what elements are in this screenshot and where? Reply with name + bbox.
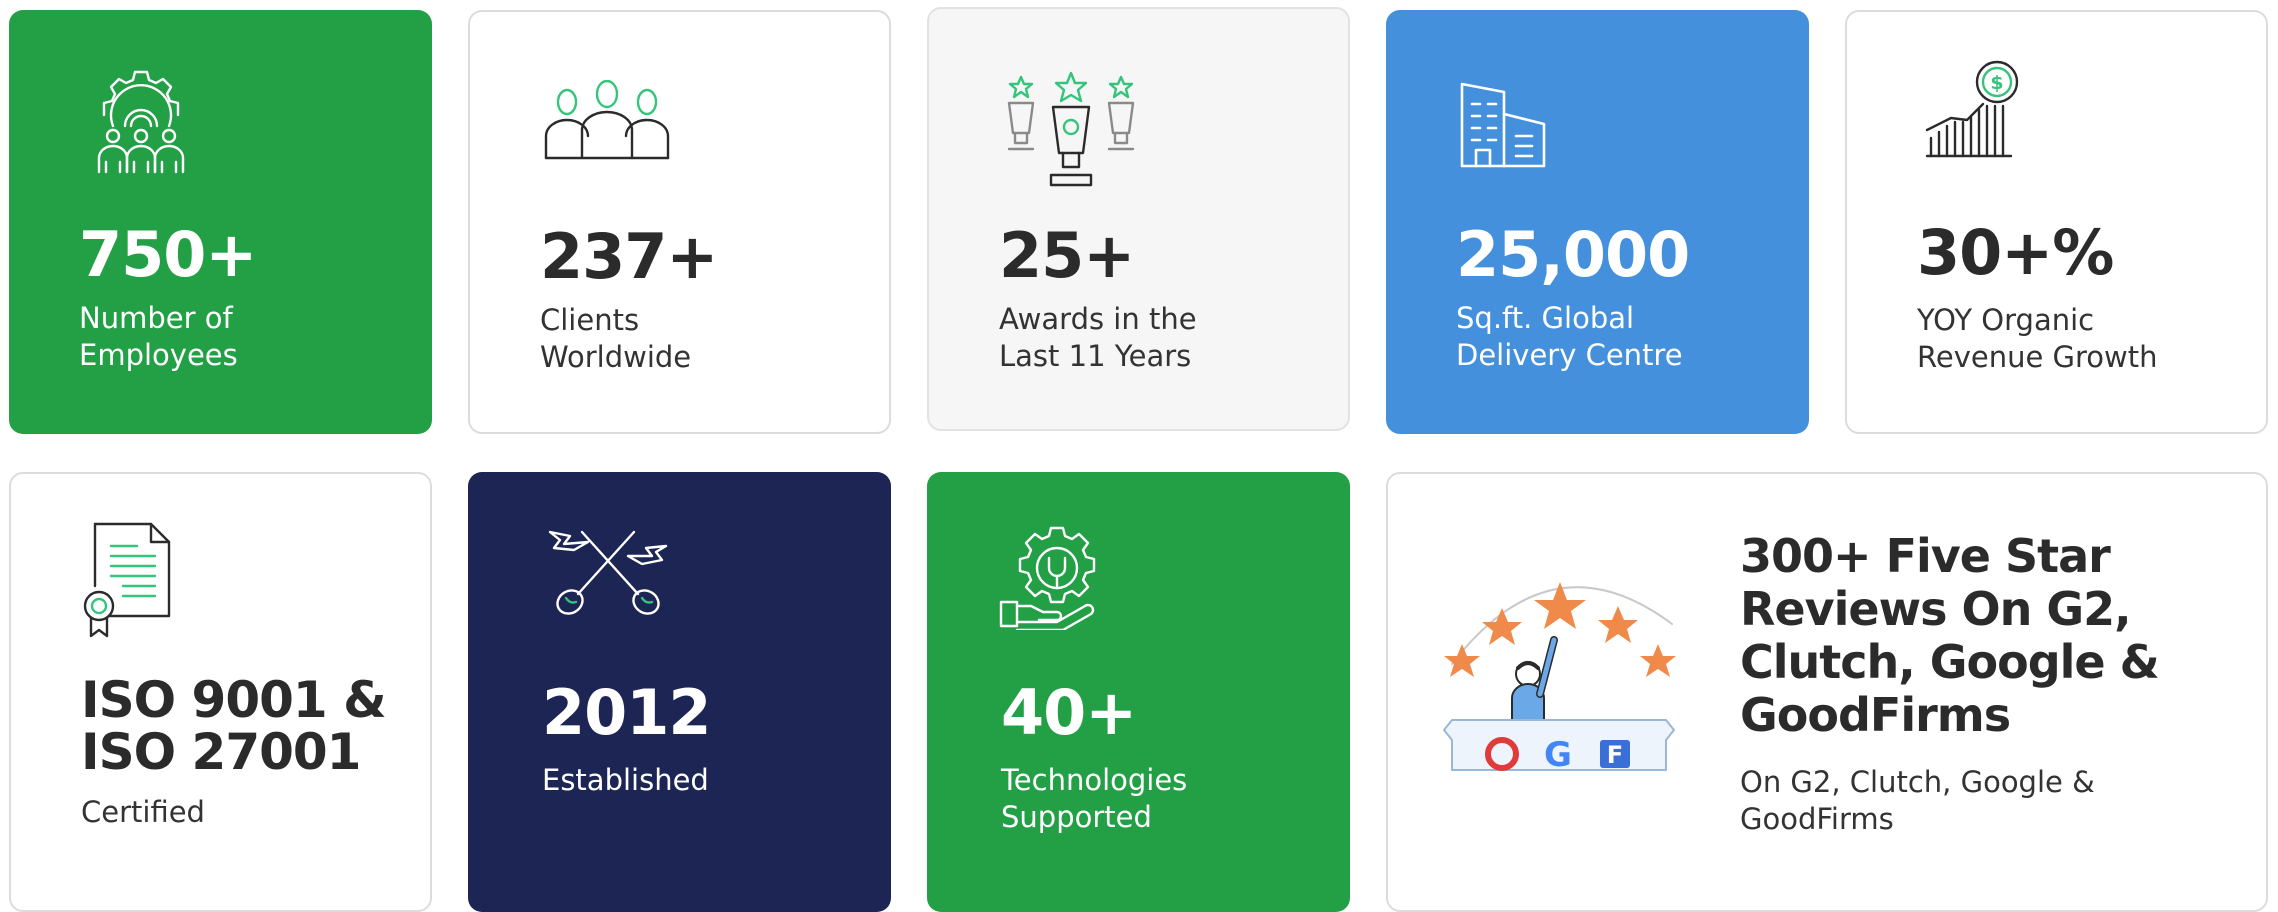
stat-value: 750+ [79, 218, 257, 291]
stat-card-revenue-growth: $ 30+% YOY Organic Revenue Growth [1845, 10, 2268, 434]
svg-text:F: F [1607, 741, 1623, 769]
stat-label: Technologies Supported [1001, 763, 1188, 834]
stat-value: 30+% [1917, 216, 2114, 289]
stat-card-awards: 25+ Awards in the Last 11 Years [927, 7, 1350, 431]
stat-value: 40+ [1001, 676, 1137, 749]
stat-card-delivery-centre: 25,000 Sq.ft. Global Delivery Centre [1386, 10, 1809, 434]
team-gear-icon [81, 68, 201, 178]
stat-label: Number of Employees [79, 301, 238, 372]
stat-card-iso-certified: ISO 9001 & ISO 27001 Certified [9, 472, 432, 912]
stat-label: Clients Worldwide [540, 303, 692, 374]
stat-card-employees: 750+ Number of Employees [9, 10, 432, 434]
certificate-icon [79, 520, 179, 640]
ribbon-scissors-icon [548, 528, 668, 618]
stat-label: Certified [81, 795, 205, 829]
svg-text:G: G [1544, 735, 1572, 775]
five-star-reviews-icon: G F [1442, 544, 1692, 794]
stat-card-clients: 237+ Clients Worldwide [468, 10, 891, 434]
stat-value: 25+ [999, 219, 1135, 292]
stat-label: Established [542, 763, 709, 797]
stat-card-established: 2012 Established [468, 472, 891, 912]
building-icon [1458, 78, 1553, 170]
reviews-card: G F 300+ Five Star Reviews On G2, Clutch… [1386, 472, 2268, 912]
stat-value: 237+ [540, 220, 718, 293]
stat-label: Awards in the Last 11 Years [999, 302, 1197, 373]
stat-value: 2012 [542, 676, 712, 749]
stat-value: ISO 9001 & ISO 27001 [81, 671, 387, 781]
reviews-title: 300+ Five Star Reviews On G2, Clutch, Go… [1740, 529, 2160, 742]
stat-label: Sq.ft. Global Delivery Centre [1456, 301, 1683, 372]
clients-icon [542, 80, 672, 165]
gear-hand-icon [999, 524, 1109, 630]
stat-label: YOY Organic Revenue Growth [1917, 303, 2158, 374]
stat-card-technologies: 40+ Technologies Supported [927, 472, 1350, 912]
reviews-subtitle: On G2, Clutch, Google & GoodFirms [1740, 765, 2095, 836]
svg-text:$: $ [1990, 72, 2003, 94]
stat-value: 25,000 [1456, 218, 1690, 291]
growth-chart-icon: $ [1923, 60, 2023, 160]
trophy-icon [1001, 71, 1141, 189]
